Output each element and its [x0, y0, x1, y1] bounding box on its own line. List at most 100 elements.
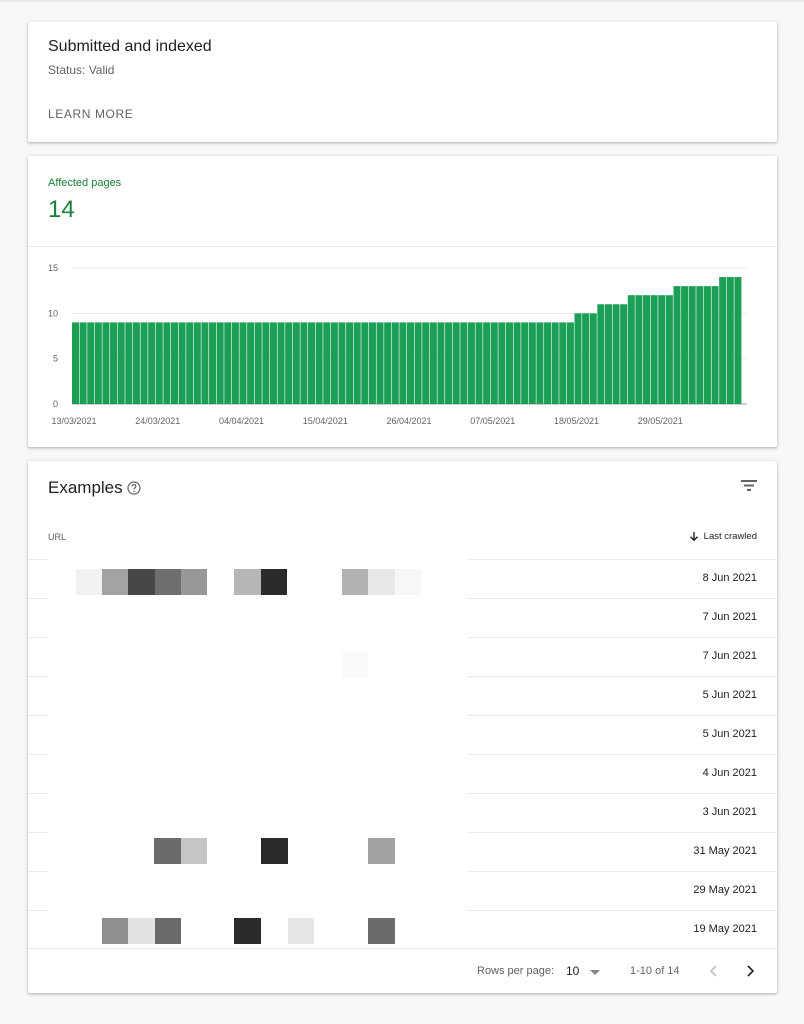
chart-bar[interactable]: [505, 322, 513, 404]
chart-bar[interactable]: [140, 322, 148, 404]
chart-bar[interactable]: [650, 295, 658, 404]
chart-bar[interactable]: [620, 304, 628, 404]
chart-bar[interactable]: [490, 322, 498, 404]
redaction-block: [102, 918, 128, 944]
chart-bar[interactable]: [300, 322, 308, 404]
chart-bar[interactable]: [566, 322, 574, 404]
chart-bar[interactable]: [688, 286, 696, 404]
chart-bar[interactable]: [703, 286, 711, 404]
chart-bar[interactable]: [323, 322, 331, 404]
chart-bar[interactable]: [414, 322, 422, 404]
chart-bar[interactable]: [658, 295, 666, 404]
chart-bar[interactable]: [125, 322, 133, 404]
chart-bar[interactable]: [163, 322, 171, 404]
chart-bar[interactable]: [665, 295, 673, 404]
chart-bar[interactable]: [216, 322, 224, 404]
y-tick-label: 10: [48, 308, 58, 318]
chart-bar[interactable]: [627, 295, 635, 404]
learn-more-button[interactable]: LEARN MORE: [48, 107, 133, 121]
rows-per-page-select[interactable]: 10: [566, 964, 579, 978]
chart-bar[interactable]: [467, 322, 475, 404]
chart-bar[interactable]: [292, 322, 300, 404]
column-header-last-crawled[interactable]: Last crawled: [689, 531, 757, 542]
chart-bar[interactable]: [536, 322, 544, 404]
chart-bar[interactable]: [269, 322, 277, 404]
chart-bar[interactable]: [734, 277, 742, 404]
chart-bar[interactable]: [346, 322, 354, 404]
chart-bar[interactable]: [589, 313, 597, 404]
chart-bar[interactable]: [170, 322, 178, 404]
chart-bar[interactable]: [597, 304, 605, 404]
chart-bar[interactable]: [445, 322, 453, 404]
chart-bar[interactable]: [437, 322, 445, 404]
chart-bar[interactable]: [635, 295, 643, 404]
chart-bar[interactable]: [407, 322, 415, 404]
chart-bar[interactable]: [483, 322, 491, 404]
chart-bar[interactable]: [582, 313, 590, 404]
help-icon[interactable]: [127, 481, 141, 495]
chart-bar[interactable]: [384, 322, 392, 404]
chart-bar[interactable]: [696, 286, 704, 404]
chart-bar[interactable]: [643, 295, 651, 404]
chevron-left-icon[interactable]: [706, 962, 722, 980]
dropdown-caret-icon[interactable]: [590, 970, 600, 975]
chart-bar[interactable]: [132, 322, 140, 404]
chart-bar[interactable]: [604, 304, 612, 404]
chart-bar[interactable]: [528, 322, 536, 404]
chart-bar[interactable]: [117, 322, 125, 404]
column-header-url[interactable]: URL: [48, 532, 66, 542]
chart-bar[interactable]: [460, 322, 468, 404]
chart-bar[interactable]: [498, 322, 506, 404]
chart-bar[interactable]: [102, 322, 110, 404]
chart-bar[interactable]: [544, 322, 552, 404]
chart-bar[interactable]: [399, 322, 407, 404]
chart-bar[interactable]: [719, 277, 727, 404]
chart-bar[interactable]: [79, 322, 87, 404]
chart-bar[interactable]: [201, 322, 209, 404]
chart-bar[interactable]: [239, 322, 247, 404]
chart-bar[interactable]: [94, 322, 102, 404]
chart-bar[interactable]: [330, 322, 338, 404]
chart-bar[interactable]: [681, 286, 689, 404]
chart-bar[interactable]: [254, 322, 262, 404]
chart-bar[interactable]: [224, 322, 232, 404]
chevron-right-icon[interactable]: [742, 962, 758, 980]
chart-bar[interactable]: [315, 322, 323, 404]
chart-bar[interactable]: [209, 322, 217, 404]
chart-bar[interactable]: [429, 322, 437, 404]
chart-bar[interactable]: [574, 313, 582, 404]
chart-bar[interactable]: [247, 322, 255, 404]
chart-bar[interactable]: [513, 322, 521, 404]
chart-bar[interactable]: [452, 322, 460, 404]
chart-bar[interactable]: [422, 322, 430, 404]
x-tick-label: 18/05/2021: [554, 416, 599, 426]
chart-bar[interactable]: [186, 322, 194, 404]
chart-bar[interactable]: [612, 304, 620, 404]
chart-bar[interactable]: [277, 322, 285, 404]
chart-bar[interactable]: [178, 322, 186, 404]
chart-bar[interactable]: [559, 322, 567, 404]
chart-bar[interactable]: [285, 322, 293, 404]
chart-bar[interactable]: [368, 322, 376, 404]
chart-bar[interactable]: [110, 322, 118, 404]
chart-bar[interactable]: [376, 322, 384, 404]
chart-bar[interactable]: [711, 286, 719, 404]
chart-bar[interactable]: [338, 322, 346, 404]
chart-bar[interactable]: [551, 322, 559, 404]
chart-bar[interactable]: [87, 322, 95, 404]
chart-bar[interactable]: [155, 322, 163, 404]
chart-bar[interactable]: [193, 322, 201, 404]
chart-bar[interactable]: [475, 322, 483, 404]
chart-bar[interactable]: [673, 286, 681, 404]
chart-bar[interactable]: [231, 322, 239, 404]
chart-bar[interactable]: [72, 322, 80, 404]
chart-bar[interactable]: [521, 322, 529, 404]
chart-bar[interactable]: [361, 322, 369, 404]
chart-bar[interactable]: [353, 322, 361, 404]
chart-bar[interactable]: [148, 322, 156, 404]
chart-bar[interactable]: [262, 322, 270, 404]
filter-icon[interactable]: [739, 477, 759, 493]
chart-bar[interactable]: [391, 322, 399, 404]
chart-bar[interactable]: [308, 322, 316, 404]
chart-bar[interactable]: [726, 277, 734, 404]
